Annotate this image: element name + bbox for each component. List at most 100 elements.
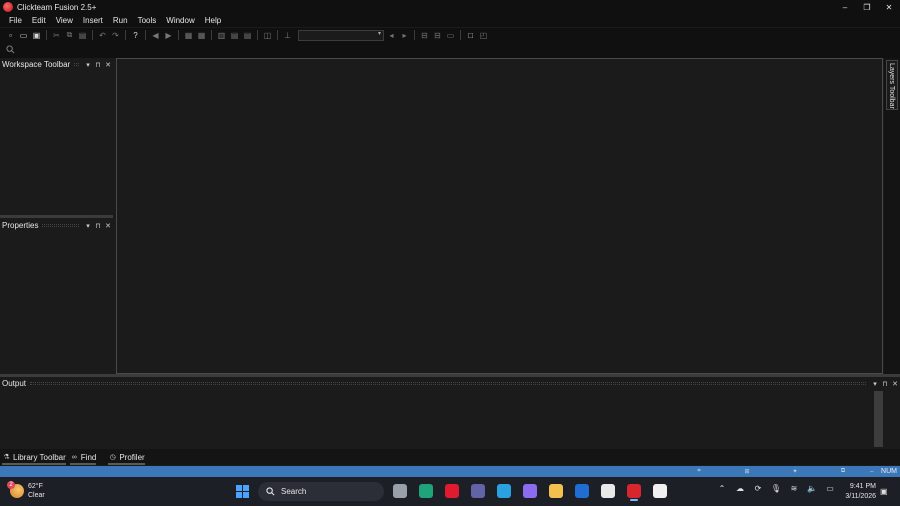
output-scrollbar[interactable] xyxy=(874,391,883,447)
layers-toolbar-tab[interactable]: Layers Toolbar xyxy=(886,60,898,110)
task-view-taskbar-button[interactable] xyxy=(392,482,408,500)
panel-grip[interactable] xyxy=(42,224,79,227)
hp-taskbar-button[interactable] xyxy=(574,482,590,500)
restore-button[interactable]: ❐ xyxy=(856,0,878,14)
chrome-taskbar-button[interactable] xyxy=(496,482,512,500)
dock-tabs: ⚗ Library Toolbar ∞ Find ◷ Profiler xyxy=(0,449,900,465)
dropdown-button[interactable]: ▾ xyxy=(83,222,93,230)
menu-tools[interactable]: Tools xyxy=(133,16,162,25)
taskbar-clock[interactable]: 9:41 PM 3/11/2026 xyxy=(840,482,876,502)
run-icon[interactable]: ◫ xyxy=(262,30,273,41)
main-toolbar: ▫ ▭ ▣ ✂ ⧉ ▤ ↶ ↷ ? ◀ ▶ ▦ ▦ ▥ ▤ ▤ ◫ ⊥ ▾ ◂ … xyxy=(0,28,900,42)
start-button[interactable] xyxy=(236,485,249,498)
weather-condition: Clear xyxy=(28,492,45,499)
copy-icon[interactable]: ⧉ xyxy=(64,30,75,41)
file-explorer-taskbar-button[interactable] xyxy=(548,482,564,500)
layers-icon[interactable]: ◰ xyxy=(478,30,489,41)
close-button[interactable]: ✕ xyxy=(878,0,900,14)
volume-icon[interactable]: 🔈 xyxy=(806,484,818,493)
next-icon[interactable]: ▸ xyxy=(399,30,410,41)
cloud-icon[interactable]: ☁ xyxy=(734,484,746,493)
taskbar: 2 62°F Clear Search ⌃ ☁ ⟳ 🎙 ≋ 🔈 ▭ 9:41 P… xyxy=(0,477,900,506)
align-icon[interactable]: ⊥ xyxy=(282,30,293,41)
toolbar-combo[interactable]: ▾ xyxy=(298,29,384,41)
panel-grip[interactable] xyxy=(30,382,866,385)
title-bar: Clickteam Fusion 2.5+ – ❐ ✕ xyxy=(0,0,900,14)
arrange-icon[interactable]: ⊟ xyxy=(419,30,430,41)
close-icon[interactable]: ✕ xyxy=(103,61,113,69)
copilot-taskbar-button[interactable] xyxy=(522,482,538,500)
prev-icon[interactable]: ◂ xyxy=(386,30,397,41)
help-icon[interactable]: ? xyxy=(130,30,141,41)
panel-splitter[interactable] xyxy=(0,215,113,218)
clickteam-logo-icon[interactable] xyxy=(3,2,13,12)
tab-find[interactable]: ∞ Find xyxy=(69,449,97,465)
sync-icon[interactable]: ⟳ xyxy=(752,484,764,493)
right-dock: Layers Toolbar xyxy=(884,58,900,374)
tab-profiler[interactable]: ◷ Profiler xyxy=(108,449,145,465)
teams-taskbar-button[interactable] xyxy=(470,482,486,500)
menu-insert[interactable]: Insert xyxy=(78,16,108,25)
mic-icon[interactable]: 🎙 xyxy=(770,484,782,493)
editor-area[interactable] xyxy=(116,58,883,374)
menu-edit[interactable]: Edit xyxy=(27,16,51,25)
pin-icon[interactable]: ⊓ xyxy=(880,380,890,388)
menu-view[interactable]: View xyxy=(51,16,78,25)
panel-title: Properties xyxy=(2,221,39,230)
undo-icon[interactable]: ↶ xyxy=(97,30,108,41)
status-cell: ⊞ xyxy=(744,469,750,475)
menu-run[interactable]: Run xyxy=(108,16,133,25)
weather-widget[interactable]: 2 62°F Clear xyxy=(7,481,45,500)
frame-editor-icon[interactable]: ▦ xyxy=(196,30,207,41)
redo-icon[interactable]: ↷ xyxy=(110,30,121,41)
status-bar: ⌗ ⊞ ✦ ⧉ ⇔ NUM xyxy=(0,466,900,477)
app-editor-taskbar-button[interactable] xyxy=(652,482,668,500)
num-lock-indicator: NUM xyxy=(881,468,897,475)
clickteam-taskbar-button[interactable] xyxy=(626,482,642,501)
box-icon[interactable]: □ xyxy=(465,30,476,41)
chevron-up-icon[interactable]: ⌃ xyxy=(716,484,728,493)
tab-label: Library Toolbar xyxy=(13,452,66,462)
menu-help[interactable]: Help xyxy=(200,16,226,25)
pin-icon[interactable]: ⊓ xyxy=(93,222,103,230)
dropdown-button[interactable]: ▾ xyxy=(83,61,93,69)
cut-icon[interactable]: ✂ xyxy=(51,30,62,41)
shape-icon[interactable]: ▭ xyxy=(445,30,456,41)
event-list-icon[interactable]: ▤ xyxy=(229,30,240,41)
menu-bar: File Edit View Insert Run Tools Window H… xyxy=(0,14,900,27)
pin-icon[interactable]: ⊓ xyxy=(93,61,103,69)
battery-icon[interactable]: ▭ xyxy=(824,484,836,493)
taskbar-search[interactable]: Search xyxy=(258,482,384,501)
file-explorer-icon xyxy=(549,484,563,498)
close-icon[interactable]: ✕ xyxy=(890,380,900,388)
dropdown-button[interactable]: ▾ xyxy=(870,380,880,388)
tab-library-toolbar[interactable]: ⚗ Library Toolbar xyxy=(2,449,66,465)
arrange-icon[interactable]: ⊟ xyxy=(432,30,443,41)
save-icon[interactable]: ▣ xyxy=(31,30,42,41)
menu-file[interactable]: File xyxy=(4,16,27,25)
store-taskbar-button[interactable] xyxy=(600,482,616,500)
open-icon[interactable]: ▭ xyxy=(18,30,29,41)
chevron-down-icon: ▾ xyxy=(377,30,381,37)
minimize-button[interactable]: – xyxy=(834,0,856,14)
menu-window[interactable]: Window xyxy=(161,16,199,25)
toolbar-divider xyxy=(125,30,126,40)
event-editor-icon[interactable]: ▥ xyxy=(216,30,227,41)
layers-toolbar-label: Layers Toolbar xyxy=(888,63,895,109)
back-icon[interactable]: ◀ xyxy=(150,30,161,41)
new-icon[interactable]: ▫ xyxy=(5,30,16,41)
notification-icon[interactable]: ▣ xyxy=(880,487,888,496)
opera-taskbar-button[interactable] xyxy=(444,482,460,500)
edge-taskbar-button[interactable] xyxy=(418,482,434,500)
toolbar-divider xyxy=(178,30,179,40)
weather-temp: 62°F xyxy=(28,483,43,490)
panel-grip[interactable] xyxy=(74,63,79,66)
forward-icon[interactable]: ▶ xyxy=(163,30,174,41)
wifi-icon[interactable]: ≋ xyxy=(788,484,800,493)
data-elements-icon[interactable]: ▤ xyxy=(242,30,253,41)
storyboard-editor-icon[interactable]: ▦ xyxy=(183,30,194,41)
close-icon[interactable]: ✕ xyxy=(103,222,113,230)
search-icon[interactable] xyxy=(6,45,15,54)
paste-icon[interactable]: ▤ xyxy=(77,30,88,41)
task-view-icon xyxy=(393,484,407,498)
